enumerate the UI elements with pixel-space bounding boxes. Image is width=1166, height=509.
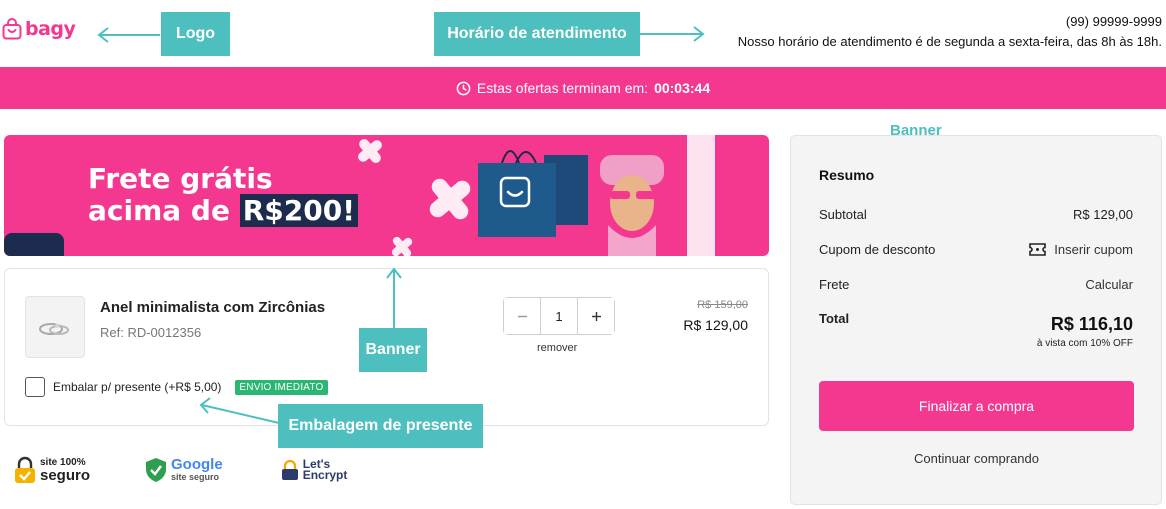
product-image[interactable] xyxy=(25,296,85,358)
checkout-button[interactable]: Finalizar a compra xyxy=(819,381,1134,431)
decrease-quantity-button[interactable] xyxy=(504,298,541,334)
annotation-arrow-hours xyxy=(640,26,705,42)
product-ref: Ref: RD-0012356 xyxy=(100,325,202,340)
total-discount-note: à vista com 10% OFF xyxy=(1036,338,1133,349)
promo-banner[interactable]: Frete grátis acima de R$200! xyxy=(4,135,769,256)
contact-phone: (99) 99999-9999 xyxy=(1065,14,1162,29)
annotation-hours: Horário de atendimento xyxy=(434,12,640,56)
countdown-label: Estas ofertas terminam em: xyxy=(476,80,649,96)
promo-line-1: Frete grátis xyxy=(88,162,273,195)
seal-google-line1: Google xyxy=(171,456,223,473)
insert-coupon-link[interactable]: Inserir cupom xyxy=(1029,242,1133,257)
annotation-logo: Logo xyxy=(161,12,230,56)
annotation-banner-mid: Banner xyxy=(359,328,427,372)
countdown-time: 00:03:44 xyxy=(654,80,711,96)
seal-lets-encrypt-text: Let's Encrypt xyxy=(302,458,348,482)
quantity-input[interactable] xyxy=(541,298,577,334)
shopping-bag-icon xyxy=(2,18,22,40)
order-summary: Resumo Subtotal R$ 129,00 Cupom de desco… xyxy=(790,135,1162,505)
calculate-shipping-link[interactable]: Calcular xyxy=(1085,277,1133,292)
seal-google: Google site seguro xyxy=(145,457,223,483)
summary-coupon-row: Cupom de desconto Inserir cupom xyxy=(819,242,1133,257)
price-original: R$ 159,00 xyxy=(697,299,748,311)
lock-icon xyxy=(15,456,35,483)
logo-text: bagy xyxy=(25,18,76,40)
seal-lets-encrypt-line2: Encrypt xyxy=(302,468,348,482)
ring-icon xyxy=(39,323,69,335)
gift-wrap-option[interactable]: Embalar p/ presente (+R$ 5,00) ENVIO IME… xyxy=(25,377,328,397)
gift-wrap-checkbox[interactable] xyxy=(25,377,45,397)
ticket-icon xyxy=(1029,243,1047,256)
summary-title: Resumo xyxy=(819,167,875,183)
shipping-label: Frete xyxy=(819,277,850,292)
total-value: R$ 116,10 xyxy=(1050,314,1133,334)
shield-check-icon xyxy=(146,458,167,482)
total-label: Total xyxy=(819,311,850,326)
summary-subtotal-row: Subtotal R$ 129,00 xyxy=(819,207,1133,222)
promo-line-2: acima de R$200! xyxy=(88,194,358,227)
gift-wrap-label: Embalar p/ presente (+R$ 5,00) xyxy=(53,380,222,394)
checkout-page: bagy Logo Horário de atendimento (99) 99… xyxy=(0,0,1166,509)
annotation-gift-wrap: Embalagem de presente xyxy=(278,404,483,448)
seal-google-text: Google site seguro xyxy=(171,457,223,483)
coupon-label: Cupom de desconto xyxy=(819,242,936,257)
seal-site-seguro: site 100% seguro xyxy=(14,456,90,484)
promo-line-2-highlight: R$200! xyxy=(239,194,358,227)
remove-item-link[interactable]: remover xyxy=(537,342,577,354)
countdown-bar: Estas ofertas terminam em: 00:03:44 xyxy=(0,67,1166,109)
minus-icon xyxy=(517,315,527,317)
seal-lets-encrypt: Let's Encrypt xyxy=(281,458,348,482)
annotation-arrow-banner-mid xyxy=(386,267,402,329)
product-name[interactable]: Anel minimalista com Zircônias xyxy=(100,299,325,316)
price-current: R$ 129,00 xyxy=(683,317,748,333)
security-seals: site 100% seguro Google site seguro Let'… xyxy=(14,456,347,484)
annotation-arrow-gift xyxy=(199,397,280,424)
continue-shopping-link[interactable]: Continuar comprando xyxy=(819,451,1134,466)
contact-info: (99) 99999-9999 Nosso horário de atendim… xyxy=(738,12,1162,52)
seal-site-seguro-text: site 100% seguro xyxy=(40,457,90,483)
contact-hours: Nosso horário de atendimento é de segund… xyxy=(737,34,1162,49)
subtotal-label: Subtotal xyxy=(819,207,867,222)
insert-coupon-label: Inserir cupom xyxy=(1054,242,1133,257)
annotation-arrow-logo xyxy=(97,27,160,43)
lets-encrypt-icon xyxy=(281,459,298,480)
seal-google-line2: site seguro xyxy=(171,472,220,482)
quantity-stepper xyxy=(503,297,615,335)
clock-icon xyxy=(456,81,471,95)
brand-logo[interactable]: bagy xyxy=(2,18,76,40)
subtotal-value: R$ 129,00 xyxy=(1073,207,1133,222)
immediate-shipping-badge: ENVIO IMEDIATO xyxy=(235,379,328,395)
seal-site-seguro-line2: seguro xyxy=(40,467,91,484)
plus-icon xyxy=(591,311,601,321)
increase-quantity-button[interactable] xyxy=(577,298,614,334)
promo-line-2-prefix: acima de xyxy=(88,194,240,227)
promo-title: Frete grátis acima de R$200! xyxy=(88,163,358,227)
summary-shipping-row: Frete Calcular xyxy=(819,277,1133,292)
